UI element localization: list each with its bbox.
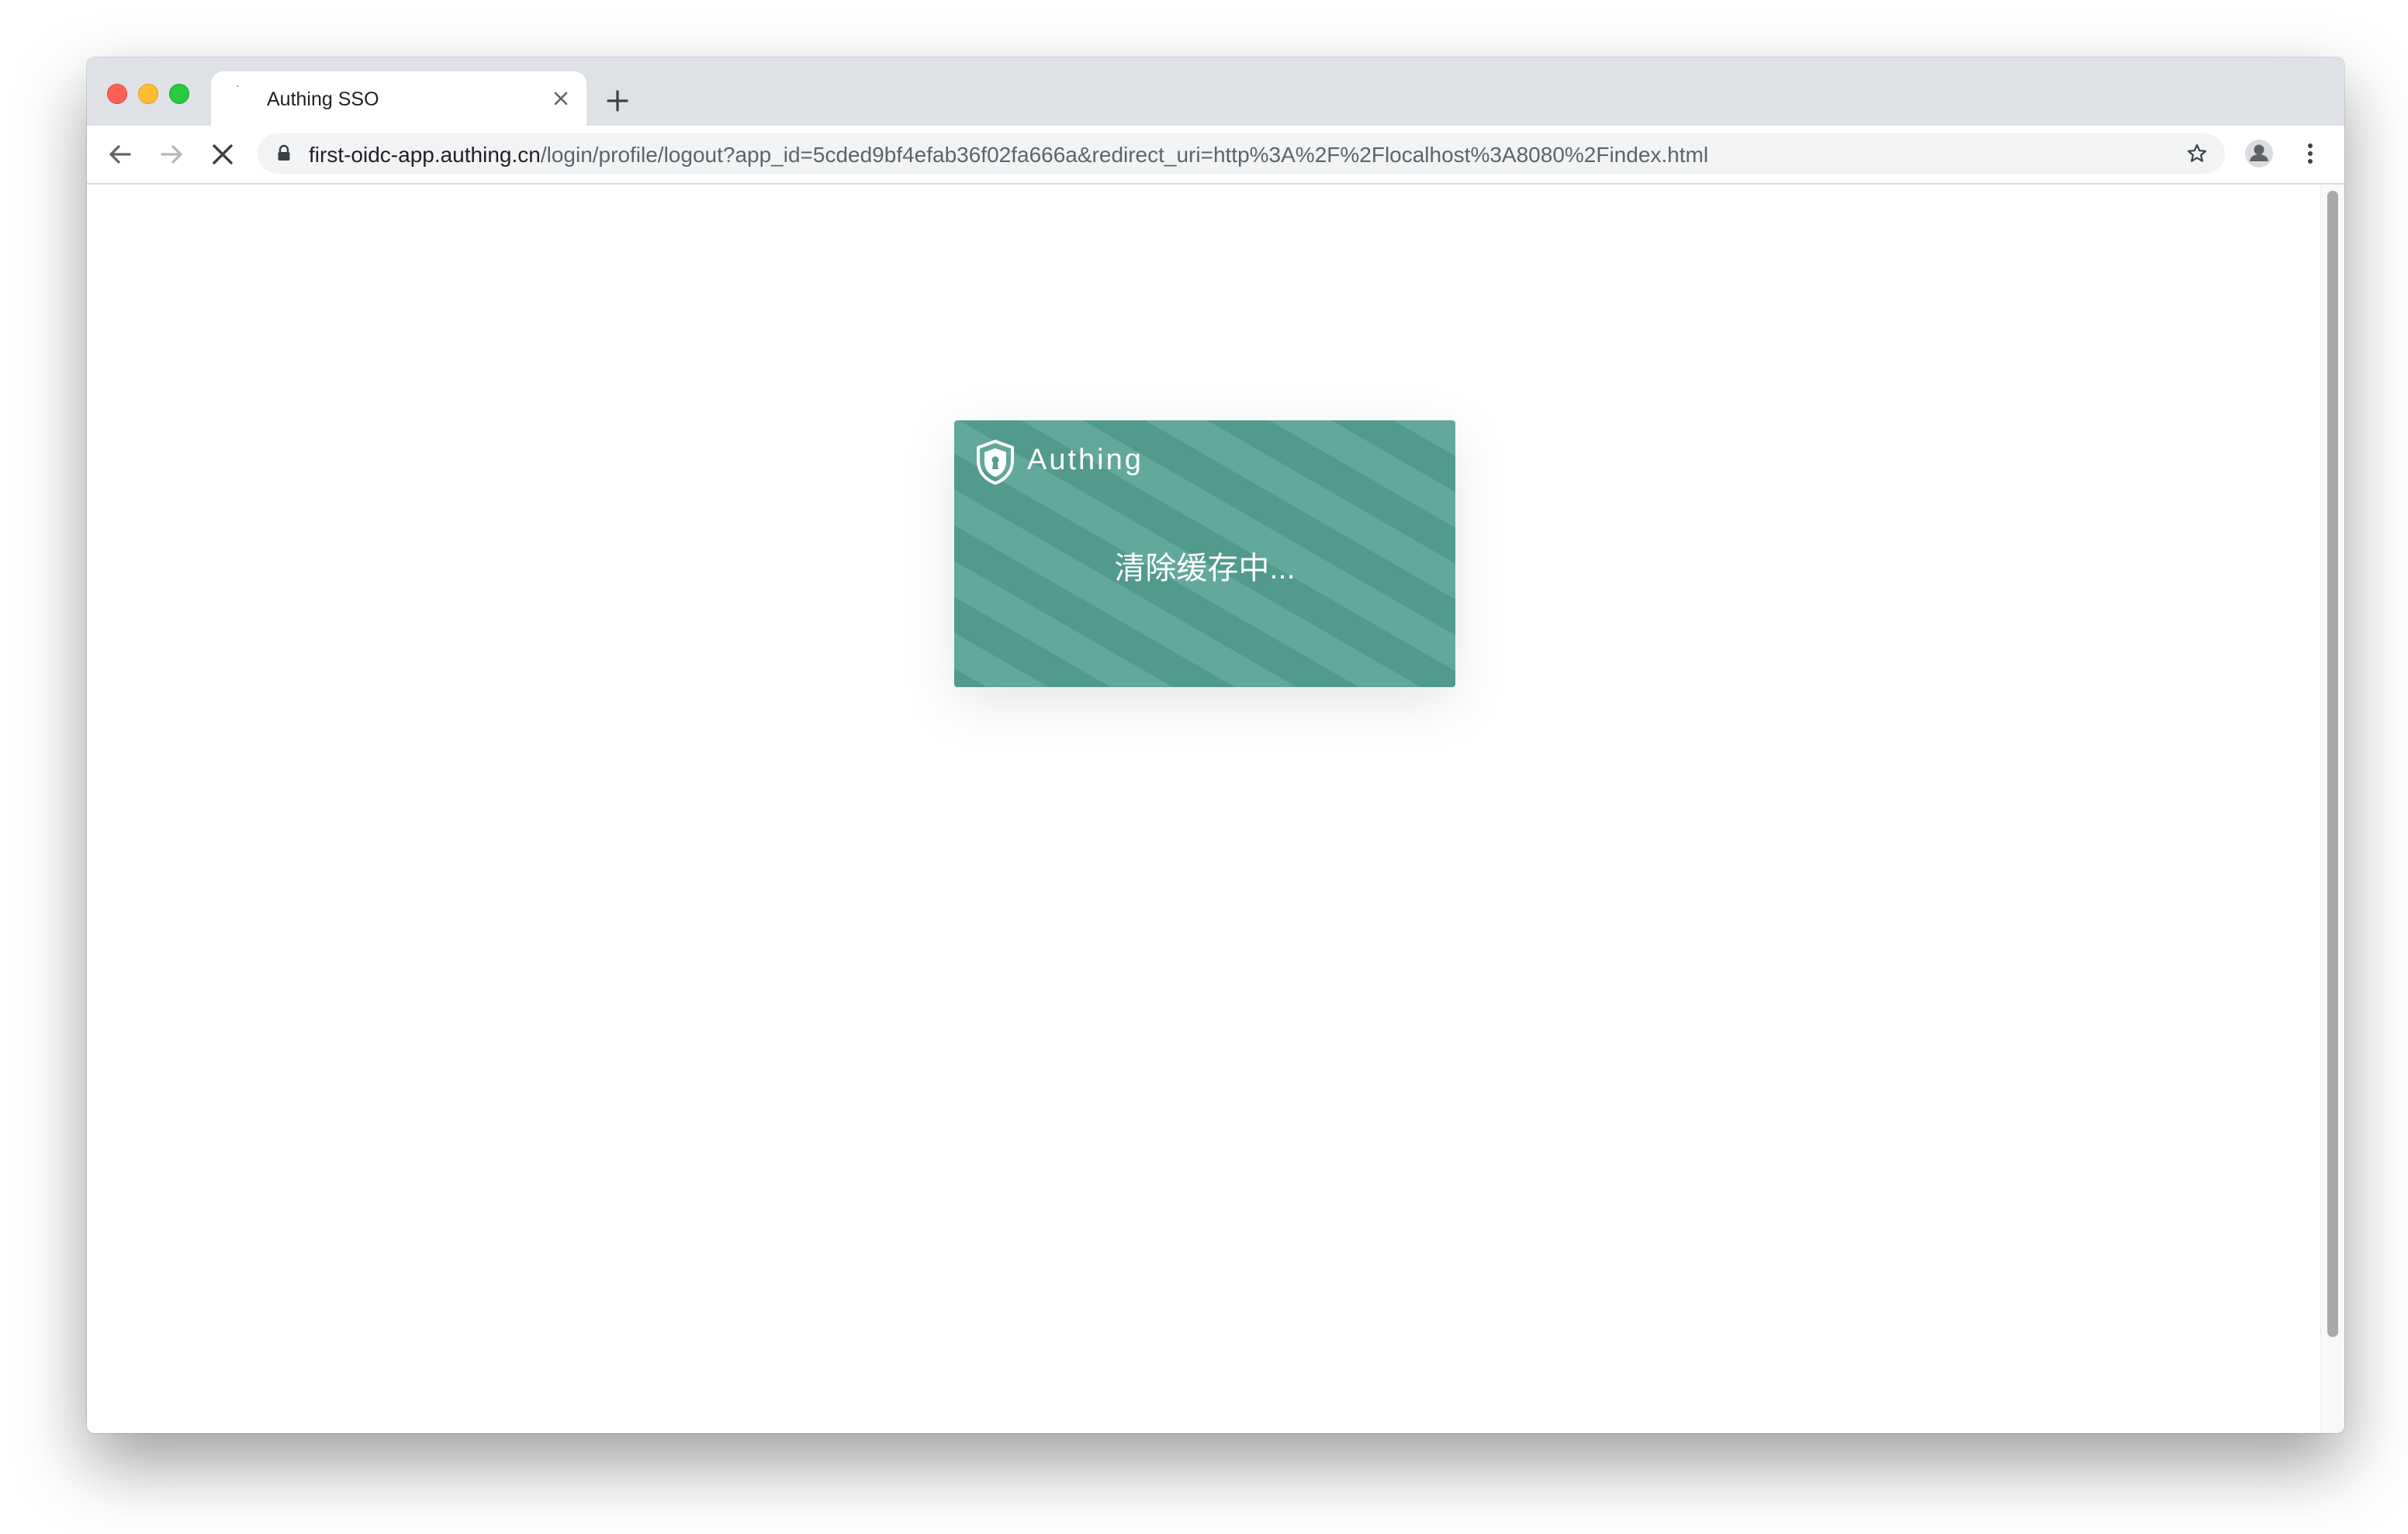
star-icon[interactable] [2186, 143, 2208, 164]
address-bar[interactable]: first-oidc-app.authing.cn/login/profile/… [258, 133, 2225, 174]
authing-logo-text: Authing [1027, 444, 1143, 476]
logout-status-card: Authing 清除缓存中... [954, 420, 1455, 687]
url-path: /login/profile/logout?app_id=5cded9bf4ef… [540, 143, 1709, 167]
close-icon[interactable] [549, 87, 573, 110]
stop-loading-icon[interactable] [206, 138, 239, 171]
tab-strip: ˙ Authing SSO [87, 57, 2344, 126]
tab-authing-sso[interactable]: ˙ Authing SSO [211, 71, 586, 126]
tab-title: Authing SSO [267, 88, 379, 110]
shield-icon [977, 440, 1014, 485]
minimize-window-button[interactable] [138, 84, 158, 104]
loading-dot-icon: ˙ [236, 84, 240, 99]
arrow-left-icon[interactable] [104, 138, 137, 171]
page-viewport: Authing 清除缓存中... [87, 185, 2344, 1433]
clearing-cache-message: 清除缓存中... [1114, 551, 1296, 586]
profile-avatar-icon[interactable] [2244, 138, 2275, 169]
browser-toolbar: first-oidc-app.authing.cn/login/profile/… [87, 126, 2344, 185]
url-host: first-oidc-app.authing.cn [309, 143, 541, 167]
close-window-button[interactable] [107, 84, 127, 104]
vertical-scrollbar[interactable] [2320, 185, 2344, 1433]
lock-icon[interactable] [275, 144, 293, 163]
scrollbar-thumb[interactable] [2327, 191, 2338, 1337]
url-text[interactable]: first-oidc-app.authing.cn/login/profile/… [309, 143, 1708, 168]
maximize-window-button[interactable] [169, 84, 189, 104]
new-tab-plus-icon[interactable] [602, 85, 633, 116]
kebab-menu-icon[interactable] [2295, 138, 2326, 169]
arrow-right-icon[interactable] [155, 138, 188, 171]
browser-window: ˙ Authing SSO first-oidc-app.authing.cn/… [87, 57, 2344, 1433]
